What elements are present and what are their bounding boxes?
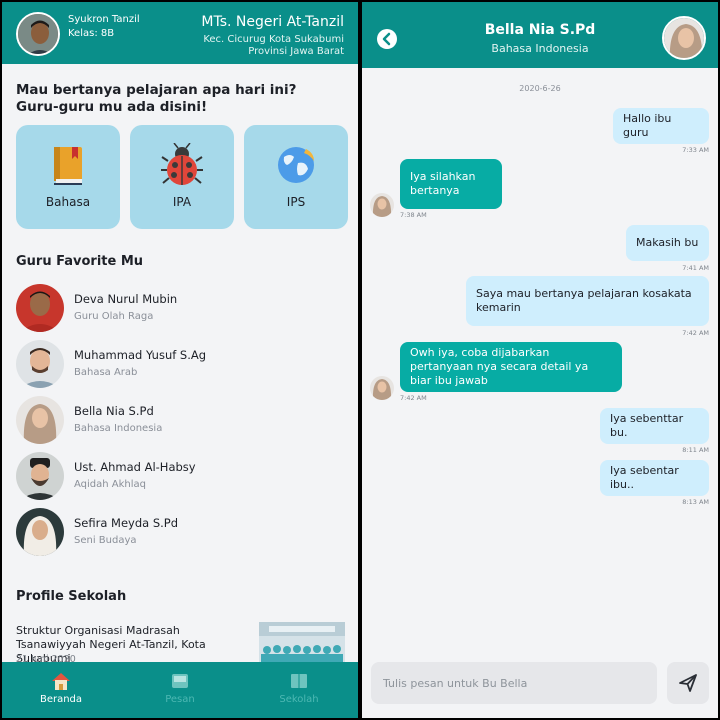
teacher-subject: Bahasa Indonesia (74, 423, 163, 434)
teacher-list-item[interactable]: Muhammad Yusuf S.Ag Bahasa Arab (16, 340, 346, 388)
teacher-avatar (16, 284, 64, 332)
message-input[interactable] (383, 662, 643, 704)
teacher-name: Deva Nurul Mubin (74, 292, 178, 306)
favorite-teachers-title: Guru Favorite Mu (16, 254, 144, 269)
nav-label: Pesan (165, 694, 195, 705)
school-book-icon (291, 674, 307, 688)
outgoing-message: Iya sebenttar bu. (600, 408, 709, 444)
nav-label: Sekolah (279, 694, 319, 705)
incoming-message: Iya silahkan bertanya (400, 159, 502, 209)
message-time: 7:42 AM (682, 329, 709, 337)
subject-label: IPS (286, 195, 306, 209)
subject-label: Bahasa (45, 195, 91, 209)
teacher-list-item[interactable]: Deva Nurul Mubin Guru Olah Raga (16, 284, 346, 332)
teacher-list-item[interactable]: Bella Nia S.Pd Bahasa Indonesia (16, 396, 346, 444)
incoming-message: Owh iya, coba dijabarkan pertanyaan nya … (400, 342, 622, 392)
teacher-subject: Guru Olah Raga (74, 311, 154, 322)
student-avatar[interactable] (16, 12, 60, 56)
subject-label: IPA (172, 195, 192, 209)
teacher-subject: Seni Budaya (74, 535, 137, 546)
outgoing-message: Hallo ibu guru (613, 108, 709, 144)
sender-avatar (370, 376, 394, 400)
question-heading-line-2: Guru-guru mu ada disini! (16, 99, 208, 115)
bottom-navigation: Beranda Pesan Sekolah (2, 662, 358, 718)
teacher-list-item[interactable]: Ust. Ahmad Al-Habsy Aqidah Akhlaq (16, 452, 346, 500)
outgoing-message: Makasih bu (626, 225, 709, 261)
teacher-avatar (16, 508, 64, 556)
message-time: 7:33 AM (682, 146, 709, 154)
subject-card-ipa[interactable]: IPA (130, 125, 234, 229)
send-button[interactable] (667, 662, 709, 704)
globe-icon (278, 147, 314, 183)
message-time: 7:42 AM (400, 394, 427, 402)
teacher-name: Ust. Ahmad Al-Habsy (74, 460, 196, 474)
subject-card-ips[interactable]: IPS (244, 125, 348, 229)
teacher-avatar (16, 340, 64, 388)
student-name: Syukron Tanzil (68, 14, 140, 25)
screenshot-stage: Syukron Tanzil Kelas: 8B MTs. Negeri At-… (0, 0, 720, 720)
home-icon (52, 673, 70, 690)
teacher-subject: Aqidah Akhlaq (74, 479, 147, 490)
teacher-name: Muhammad Yusuf S.Ag (74, 348, 207, 362)
ladybug-icon (161, 143, 203, 185)
chat-screen: Bella Nia S.Pd Bahasa Indonesia 2020-6-2… (362, 2, 718, 718)
nav-beranda[interactable]: Beranda (2, 662, 120, 718)
book-icon (54, 147, 82, 185)
message-input-container (371, 662, 657, 704)
nav-sekolah[interactable]: Sekolah (240, 662, 358, 718)
question-heading-line-1: Mau bertanya pelajaran apa hari ini? (16, 82, 297, 98)
chat-header: Bella Nia S.Pd Bahasa Indonesia (362, 2, 718, 68)
teacher-list-item[interactable]: Sefira Meyda S.Pd Seni Budaya (16, 508, 346, 556)
teacher-avatar (16, 396, 64, 444)
message-time: 8:13 AM (682, 498, 709, 506)
news-thumbnail[interactable] (259, 622, 345, 666)
home-header: Syukron Tanzil Kelas: 8B MTs. Negeri At-… (2, 2, 358, 64)
teacher-name: Bella Nia S.Pd (74, 404, 154, 418)
school-name: MTs. Negeri At-Tanzil (201, 14, 344, 30)
school-address-line-1: Kec. Cicurug Kota Sukabumi (203, 34, 344, 45)
message-time: 7:38 AM (400, 211, 427, 219)
home-screen: Syukron Tanzil Kelas: 8B MTs. Negeri At-… (2, 2, 358, 718)
sender-avatar (370, 193, 394, 217)
teacher-avatar (16, 452, 64, 500)
student-class: Kelas: 8B (68, 28, 115, 39)
chat-date-separator: 2020-6-26 (519, 84, 561, 93)
school-address-line-2: Provinsi Jawa Barat (248, 46, 344, 57)
message-time: 7:41 AM (682, 264, 709, 272)
outgoing-message: Iya sebentar ibu.. (600, 460, 709, 496)
teacher-subject: Bahasa Arab (74, 367, 138, 378)
send-icon (679, 674, 697, 692)
teacher-name: Sefira Meyda S.Pd (74, 516, 179, 530)
school-profile-title: Profile Sekolah (16, 589, 127, 604)
message-time: 8:11 AM (682, 446, 709, 454)
subject-card-bahasa[interactable]: Bahasa (16, 125, 120, 229)
inbox-icon (172, 674, 188, 688)
outgoing-message: Saya mau bertanya pelajaran kosakata kem… (466, 276, 709, 326)
chat-contact-avatar[interactable] (662, 16, 706, 60)
subject-carousel[interactable]: Bahasa IPA IPS (16, 125, 358, 231)
nav-pesan[interactable]: Pesan (121, 662, 239, 718)
nav-label: Beranda (39, 694, 83, 705)
